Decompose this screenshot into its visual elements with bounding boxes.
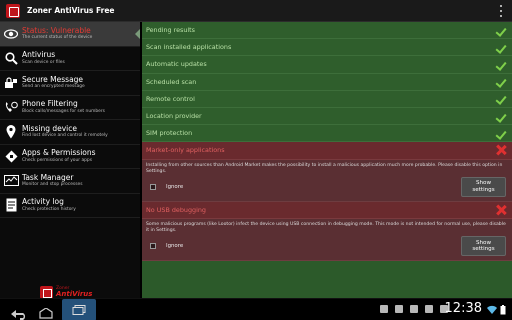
sidebar-item-label: Secure Message xyxy=(22,74,84,84)
alert-description: Some malicious programs (like Lootor) in… xyxy=(146,222,506,234)
recent-apps-button[interactable] xyxy=(62,299,96,320)
ignore-checkbox[interactable] xyxy=(150,243,156,250)
checkmark-icon xyxy=(495,112,506,121)
sidebar-item-missing-device[interactable]: Missing device Find lost device and cont… xyxy=(0,120,140,145)
back-icon[interactable] xyxy=(10,305,28,320)
sidebar-item-apps-permissions[interactable]: Apps & Permissions Check permissions of … xyxy=(0,145,140,169)
sidebar-item-activity-log[interactable]: Activity log Check protection history xyxy=(0,194,140,218)
sidebar-item-label: Status: Vulnerable xyxy=(22,25,91,35)
notification-icons[interactable] xyxy=(380,305,448,313)
debug-icon xyxy=(425,305,433,313)
alert-usb-debugging: No USB debugging Some malicious programs… xyxy=(142,201,512,262)
check-label: Scheduled scan xyxy=(146,77,197,86)
ignore-checkbox[interactable] xyxy=(150,183,156,190)
sidebar-item-subtitle: Check protection history xyxy=(22,206,76,212)
sidebar-item-label: Apps & Permissions xyxy=(22,148,96,158)
clock[interactable]: 12:38 xyxy=(445,301,482,316)
sidebar-item-subtitle: Check permissions of your apps xyxy=(22,157,93,163)
log-document-icon xyxy=(0,198,22,212)
sidebar-item-antivirus[interactable]: Antivirus Scan device or files xyxy=(0,47,140,71)
monitor-icon xyxy=(0,175,22,187)
show-settings-button[interactable]: Show settings xyxy=(461,236,506,257)
check-row-automatic-updates[interactable]: Automatic updates xyxy=(142,56,512,74)
sidebar-item-label: Task Manager xyxy=(22,172,74,182)
button-label: Show settings xyxy=(472,239,495,253)
show-settings-button[interactable]: Show settings xyxy=(461,176,506,197)
battery-icon xyxy=(500,305,506,315)
button-label: Show settings xyxy=(472,180,495,193)
cross-icon xyxy=(496,205,506,215)
app-title: Zoner AntiVirus Free xyxy=(27,6,115,15)
overflow-menu-icon[interactable] xyxy=(498,5,504,17)
check-label: Automatic updates xyxy=(146,60,207,69)
ignore-label: Ignore xyxy=(166,183,184,190)
action-bar: Zoner AntiVirus Free xyxy=(0,0,512,22)
sidebar-item-label: Missing device xyxy=(22,123,77,133)
ignore-checkbox-row[interactable]: Ignore xyxy=(150,243,184,250)
ignore-checkbox-row[interactable]: Ignore xyxy=(150,183,184,190)
checkmark-icon xyxy=(495,77,506,86)
check-label: Pending results xyxy=(146,26,195,35)
alert-description: Installing from other sources than Andro… xyxy=(146,162,503,174)
checkmark-icon xyxy=(495,60,506,69)
check-label: Scan installed applications xyxy=(146,43,232,52)
check-row-scheduled-scan[interactable]: Scheduled scan xyxy=(142,73,512,91)
sidebar-item-label: Antivirus xyxy=(22,50,56,60)
usb-icon xyxy=(395,305,403,313)
sidebar: Status: Vulnerable The current status of… xyxy=(0,22,140,299)
screenshot-icon xyxy=(410,305,418,313)
sidebar-item-status[interactable]: Status: Vulnerable The current status of… xyxy=(0,22,140,47)
check-label: Location provider xyxy=(146,112,202,121)
sidebar-item-subtitle: Block calls/messages for set numbers xyxy=(22,108,105,114)
sidebar-item-subtitle: Find lost device and control it remotely xyxy=(22,133,108,139)
checkmark-icon xyxy=(495,129,506,138)
sidebar-item-subtitle: Send an encrypted message xyxy=(22,84,85,90)
check-row-scan-installed[interactable]: Scan installed applications xyxy=(142,39,512,57)
alert-title: No USB debugging xyxy=(146,205,206,214)
checkmark-icon xyxy=(495,26,506,35)
lock-message-icon xyxy=(0,77,22,89)
alert-market-only: Market-only applications Installing from… xyxy=(142,142,512,202)
location-pin-icon xyxy=(0,124,22,139)
sidebar-item-subtitle: Monitor and stop processes xyxy=(22,182,83,188)
check-row-location-provider[interactable]: Location provider xyxy=(142,107,512,126)
sidebar-item-task-manager[interactable]: Task Manager Monitor and stop processes xyxy=(0,169,140,194)
sidebar-item-secure-message[interactable]: Secure Message Send an encrypted message xyxy=(0,71,140,96)
alert-header[interactable]: No USB debugging xyxy=(142,201,512,220)
cross-icon xyxy=(496,145,506,155)
system-nav-bar: 12:38 xyxy=(0,298,512,320)
home-icon[interactable] xyxy=(38,304,54,320)
wifi-icon xyxy=(487,305,497,314)
checkmark-icon xyxy=(495,43,506,52)
zoner-logo-icon xyxy=(6,3,20,18)
ignore-label: Ignore xyxy=(166,243,184,250)
sidebar-item-phone-filtering[interactable]: Phone Filtering Block calls/messages for… xyxy=(0,96,140,120)
check-row-remote-control[interactable]: Remote control xyxy=(142,90,512,108)
alert-title: Market-only applications xyxy=(146,146,225,155)
system-status-icons[interactable] xyxy=(487,305,506,315)
alert-header[interactable]: Market-only applications xyxy=(142,142,512,160)
sidebar-item-label: Phone Filtering xyxy=(22,99,78,109)
check-row-sim-protection[interactable]: SIM protection xyxy=(142,125,512,143)
phone-filter-icon xyxy=(0,101,22,114)
status-panel: Pending results Scan installed applicati… xyxy=(142,22,512,298)
sidebar-item-subtitle: The current status of the device xyxy=(22,35,93,41)
sidebar-item-subtitle: Scan device or files xyxy=(22,59,65,65)
eye-icon xyxy=(0,29,22,39)
magnifier-icon xyxy=(0,52,22,65)
sidebar-item-label: Activity log xyxy=(22,197,64,207)
recent-apps-icon xyxy=(72,305,86,315)
apps-grid-icon xyxy=(0,150,22,163)
check-label: SIM protection xyxy=(146,129,193,138)
check-row-pending-results[interactable]: Pending results xyxy=(142,22,512,40)
notification-icon xyxy=(380,305,388,313)
checkmark-icon xyxy=(495,94,506,103)
check-label: Remote control xyxy=(146,94,195,103)
